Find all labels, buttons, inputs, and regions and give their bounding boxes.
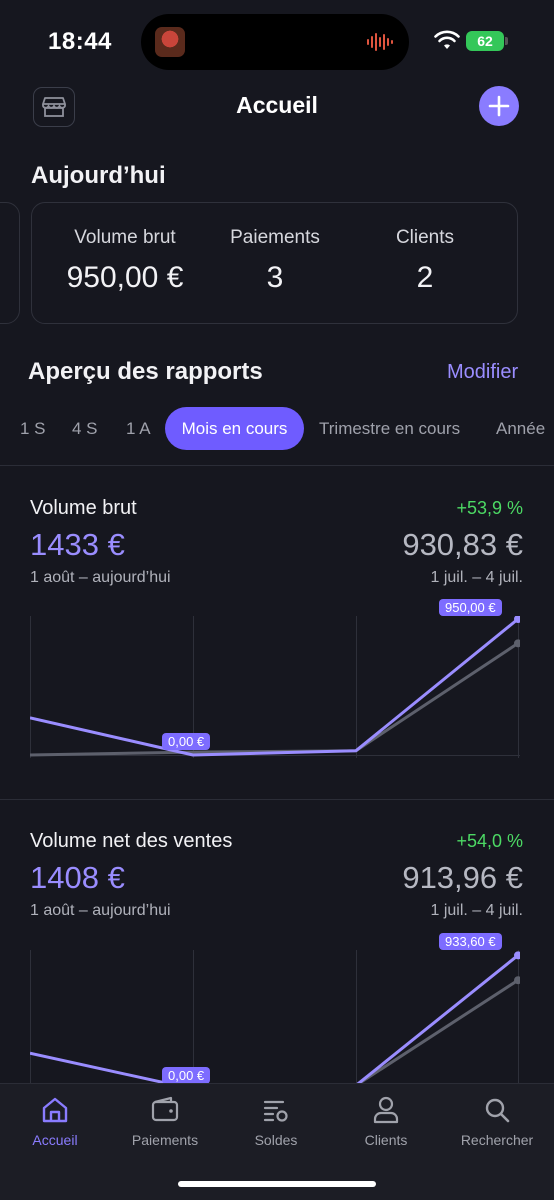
battery-indicator: 62 (466, 31, 504, 51)
nav-label: Accueil (32, 1132, 78, 1148)
person-icon (373, 1096, 399, 1124)
previous-period-line (356, 978, 519, 1083)
wifi-icon (434, 30, 460, 49)
chart-value-label-high: 950,00 € (439, 599, 502, 616)
tab-current-quarter[interactable]: Trimestre en cours (319, 419, 460, 439)
balances-icon (263, 1100, 288, 1122)
stat-label: Volume brut (74, 227, 176, 248)
tab-1-year[interactable]: 1 A (126, 419, 151, 439)
nav-payments[interactable]: Paiements (110, 1094, 220, 1148)
metric-period: 1 août – aujourd’hui (30, 902, 171, 919)
metric-period: 1 août – aujourd’hui (30, 569, 171, 586)
tab-current-month[interactable]: Mois en cours (165, 407, 304, 450)
stat-payments: Paiements 3 (200, 227, 350, 295)
chart-value-label-high: 933,60 € (439, 933, 502, 950)
reports-title: Aperçu des rapports (28, 358, 263, 385)
tab-year[interactable]: Année (496, 419, 545, 439)
nav-label: Rechercher (460, 1132, 534, 1148)
wallet-icon (151, 1096, 179, 1122)
nav-label: Soldes (254, 1132, 298, 1148)
stat-value: 2 (416, 261, 434, 294)
tab-4-weeks[interactable]: 4 S (72, 419, 98, 439)
audio-wave-icon (367, 33, 393, 51)
nav-balances[interactable]: Soldes (221, 1094, 331, 1148)
previous-card-peek[interactable] (0, 202, 20, 324)
metric-title: Volume brut (30, 497, 137, 519)
status-time: 18:44 (48, 28, 112, 55)
tab-1-week[interactable]: 1 S (20, 419, 46, 439)
line-chart (29, 615, 522, 758)
nav-home[interactable]: Accueil (0, 1094, 110, 1148)
metric-chart: 933,60 € 0,00 € (29, 933, 522, 1083)
metric-previous-value: 930,83 € (402, 527, 523, 562)
stat-customers: Clients 2 (350, 227, 500, 295)
add-button[interactable] (479, 86, 519, 126)
today-card[interactable]: Volume brut 950,00 € Paiements 3 Clients… (31, 202, 518, 324)
nav-search[interactable]: Rechercher (442, 1094, 552, 1148)
chart-value-label-low: 0,00 € (162, 733, 211, 750)
today-title: Aujourd’hui (31, 162, 166, 189)
chart-value-label-low: 0,00 € (162, 1067, 211, 1083)
metric-previous-period: 1 juil. – 4 juil. (430, 902, 524, 919)
metric-card-net-sales[interactable]: Volume net des ventes +54,0 % 1408 € 913… (0, 800, 554, 1083)
nav-label: Paiements (131, 1132, 199, 1148)
current-period-line (29, 617, 519, 757)
nav-label: Clients (364, 1132, 408, 1148)
previous-period-line (29, 642, 519, 757)
metric-previous-period: 1 juil. – 4 juil. (430, 569, 524, 586)
metric-title: Volume net des ventes (30, 830, 233, 852)
metric-chart: 950,00 € 0,00 € (29, 599, 522, 758)
metric-change: +53,9 % (456, 498, 523, 518)
metric-card-gross-volume[interactable]: Volume brut +53,9 % 1433 € 930,83 € 1 ao… (0, 466, 554, 800)
metric-change: +54,0 % (456, 831, 523, 851)
current-period-line (29, 954, 519, 1083)
search-icon (485, 1098, 510, 1123)
home-icon (42, 1097, 68, 1123)
metric-value: 1433 € (30, 527, 125, 562)
stat-label: Paiements (230, 227, 320, 248)
period-tabs: 1 S 4 S 1 A Mois en cours Trimestre en c… (0, 407, 554, 451)
plus-icon (488, 95, 510, 117)
metric-value: 1408 € (30, 860, 125, 895)
battery-level: 62 (477, 33, 493, 49)
line-chart (29, 950, 522, 1083)
battery-tip (505, 37, 508, 45)
stat-label: Clients (395, 227, 455, 248)
stat-value: 3 (266, 261, 284, 294)
page-title: Accueil (236, 92, 318, 118)
stat-gross-volume: Volume brut 950,00 € (50, 227, 200, 295)
nav-customers[interactable]: Clients (331, 1094, 441, 1148)
home-indicator (178, 1181, 376, 1187)
live-activity-artwork-icon (155, 27, 185, 57)
stat-value: 950,00 € (66, 261, 184, 294)
modify-button[interactable]: Modifier (447, 361, 518, 384)
metric-previous-value: 913,96 € (402, 860, 523, 895)
